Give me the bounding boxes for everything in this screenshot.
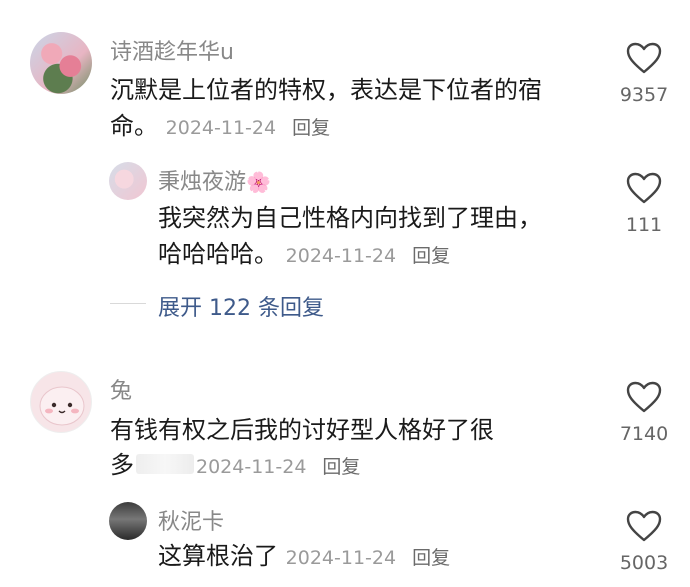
like-count: 7140 [619, 423, 669, 445]
expand-replies-link[interactable]: 展开 122 条回复 [158, 290, 324, 322]
comment-text-tail: 命。 [110, 112, 158, 140]
bunny-avatar-icon [39, 386, 85, 426]
avatar[interactable] [30, 371, 92, 433]
heart-icon[interactable] [626, 42, 662, 74]
comment-date: 2024-11-24 [165, 117, 277, 139]
username-text: 秉烛夜游 [158, 170, 247, 195]
comment-text-line2: 哈哈哈哈。 2024-11-24 回复 [158, 236, 450, 274]
like-count: 111 [625, 214, 663, 236]
blurred-region [136, 454, 194, 474]
like-count: 5003 [619, 552, 669, 574]
comment-text-line2: 命。 2024-11-24 回复 [110, 108, 330, 146]
comment-text-tail: 哈哈哈哈。 [158, 240, 278, 268]
comment-username[interactable]: 诗酒趁年华u [110, 34, 234, 66]
avatar[interactable] [30, 32, 92, 94]
comment-date: 2024-11-24 [196, 456, 307, 478]
comment-username[interactable]: 兔 [110, 373, 132, 405]
avatar[interactable] [109, 162, 147, 200]
flower-icon: 🌸 [246, 170, 271, 194]
divider [110, 303, 146, 304]
heart-icon[interactable] [626, 381, 662, 413]
comment-username[interactable]: 秉烛夜游🌸 [158, 164, 271, 196]
comment-date: 2024-11-24 [285, 245, 397, 267]
comment-text-line: 这算根治了 2024-11-24 回复 [158, 538, 450, 576]
reply-button[interactable]: 回复 [412, 245, 450, 267]
reply-button[interactable]: 回复 [322, 456, 360, 478]
heart-icon[interactable] [626, 172, 662, 204]
reply-button[interactable]: 回复 [412, 547, 450, 569]
heart-icon[interactable] [626, 510, 662, 542]
avatar[interactable] [109, 502, 147, 540]
comment-text: 沉默是上位者的特权，表达是下位者的宿 [110, 76, 542, 104]
comment-date: 2024-11-24 [285, 547, 397, 569]
like-count: 9357 [619, 84, 669, 106]
comment-text: 我突然为自己性格内向找到了理由， [158, 204, 542, 232]
comment-text: 这算根治了 [158, 542, 278, 570]
comment-username[interactable]: 秋泥卡 [158, 504, 224, 536]
comment-text: 有钱有权之后我的讨好型人格好了很 [110, 416, 494, 444]
comment-text-tail: 多 [110, 451, 134, 479]
reply-button[interactable]: 回复 [292, 117, 330, 139]
comment-text-line2: 多 2024-11-24 回复 [110, 447, 360, 485]
